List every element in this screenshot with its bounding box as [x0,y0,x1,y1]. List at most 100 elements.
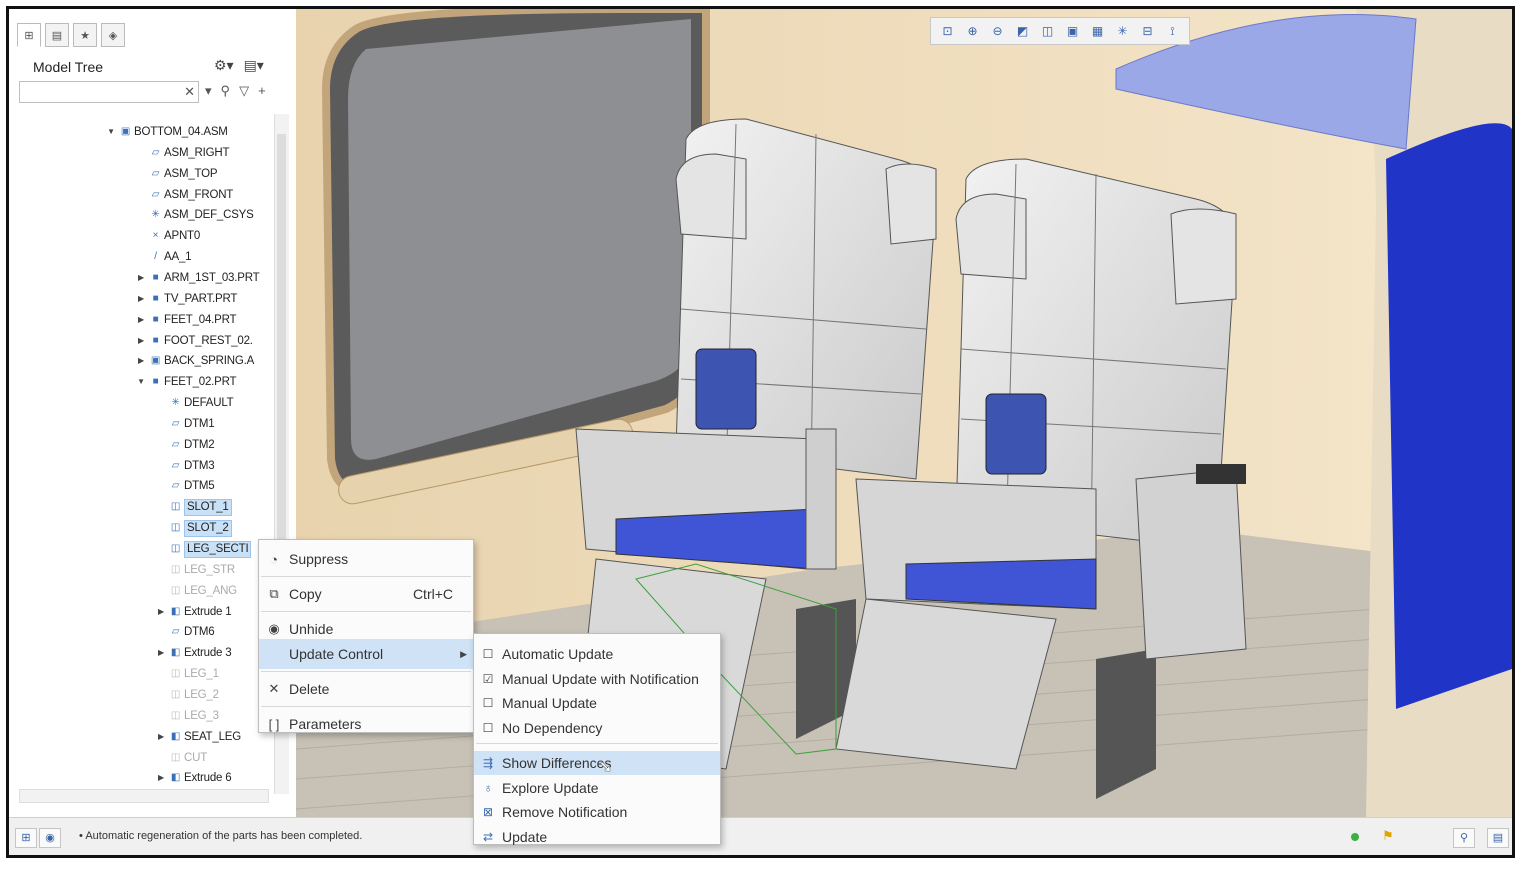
folder-browser-tab-icon[interactable]: ▤ [45,23,69,47]
menu-item-update-control[interactable]: Update Control ▶ [259,639,473,669]
feature-icon: ◫ [170,668,181,680]
find-icon[interactable]: ⚲ [1453,828,1475,848]
tree-item-label: ASM_FRONT [164,188,234,201]
tree-item[interactable]: ▱ DTM2 [155,435,215,455]
zoom-in-icon[interactable]: ⊕ [963,24,983,38]
submenu-option-no-dependency[interactable]: ☐ No Dependency [474,716,720,740]
feature-icon: ◫ [170,563,181,575]
update-control-submenu: ☐ Automatic Update ☑ Manual Update with Not… [473,633,721,845]
view-manager-icon[interactable]: ▦ [1088,24,1108,38]
search-dropdown-icon[interactable]: ▾ [205,83,212,99]
delete-icon: ✕ [268,681,280,696]
expand-icon[interactable]: ▶ [155,602,167,622]
refit-icon[interactable]: ⊡ [938,24,958,38]
add-icon[interactable]: + [258,83,266,99]
tree-item[interactable]: ▼ ■ FEET_02.PRT [135,372,236,392]
submenu-action-remove-notification[interactable]: ⊠ Remove Notification [474,800,720,824]
find-binoculars-icon[interactable]: ⚲ [221,83,231,99]
expand-icon[interactable]: ▶ [155,768,167,788]
tree-item[interactable]: ◫ SLOT_1 [155,497,232,517]
selection-filter-icon[interactable]: ▤ [1487,828,1509,848]
spin-center-icon[interactable]: ⟟ [1163,24,1183,39]
tree-columns-icon[interactable]: ▤▾ [244,57,264,74]
menu-item-delete[interactable]: ✕ Delete [259,674,473,704]
tree-item[interactable]: ✳ ASM_DEF_CSYS [135,205,253,225]
submenu-option-manual-update[interactable]: ☐ Manual Update [474,691,720,715]
tree-item[interactable]: ▶ ◧ Extrude 6 [155,768,232,788]
expand-icon[interactable]: ▶ [135,268,147,288]
menu-item-suppress[interactable]: ◔ Suppress [259,544,473,574]
expand-icon[interactable]: ▶ [135,351,147,371]
tree-item[interactable]: ▶ ■ FOOT_REST_02. [135,331,253,351]
expand-icon[interactable]: ▶ [135,331,147,351]
tree-item[interactable]: ◫ CUT [155,748,207,768]
filter-icon[interactable]: ▽ [239,83,249,99]
tree-item[interactable]: ▶ ■ TV_PART.PRT [135,289,237,309]
model-tree-tab-icon[interactable]: ⊞ [17,23,41,47]
model-tree-search-input[interactable]: ✕ [19,81,199,103]
zoom-out-icon[interactable]: ⊖ [988,24,1008,38]
view-toolbar: ⊡ ⊕ ⊖ ◩ ◫ ▣ ▦ ✳ ⊟ ⟟ [930,17,1190,45]
submenu-label: Manual Update [502,695,597,712]
collapse-icon[interactable]: ▼ [135,372,147,392]
saved-orientations-icon[interactable]: ▣ [1063,24,1083,38]
unchecked-checkbox-icon: ☐ [482,647,494,661]
tree-item[interactable]: ▱ DTM3 [155,456,215,476]
expand-icon[interactable]: ▶ [135,310,147,330]
tree-item[interactable]: ◫ LEG_ANG [155,581,237,601]
expand-icon[interactable]: ▶ [135,289,147,309]
expand-icon[interactable]: ▶ [155,643,167,663]
tree-item[interactable]: ▶ ◧ SEAT_LEG [155,727,241,747]
tree-item[interactable]: × APNT0 [135,226,201,246]
tree-item[interactable]: ▱ ASM_TOP [135,164,218,184]
tree-item[interactable]: ◫ LEG_SECTI [155,539,252,559]
tree-item[interactable]: ▶ ■ FEET_04.PRT [135,310,237,330]
eye-icon: ◉ [268,621,280,636]
tree-item[interactable]: ▱ DTM6 [155,622,215,642]
scroll-thumb[interactable] [277,134,286,574]
submenu-action-show-differences[interactable]: ⇶ Show Differences [474,751,720,775]
tree-item[interactable]: ▱ DTM1 [155,414,215,434]
favorites-tab-icon[interactable]: ★ [73,23,97,47]
submenu-action-explore-update[interactable]: ♁ Explore Update [474,776,720,800]
menu-item-copy[interactable]: ⧉ Copy Ctrl+C [259,579,473,609]
tree-item[interactable]: ◫ SLOT_2 [155,518,232,538]
tree-horizontal-scrollbar[interactable] [19,789,269,803]
collapse-icon[interactable]: ▼ [105,122,117,142]
tree-item-label: LEG_3 [184,709,219,722]
browser-toggle-icon[interactable]: ◉ [39,828,61,848]
submenu-option-automatic-update[interactable]: ☐ Automatic Update [474,642,720,666]
datum-display-icon[interactable]: ✳ [1113,24,1133,38]
tree-toggle-icon[interactable]: ⊞ [15,828,37,848]
tree-item[interactable]: ◫ LEG_STR [155,560,235,580]
menu-item-parameters[interactable]: [ ] Parameters [259,709,473,739]
feature-icon: ◫ [170,751,181,763]
tree-item[interactable]: ▶ ▣ BACK_SPRING.A [135,351,254,371]
tree-item[interactable]: ▱ ASM_RIGHT [135,143,230,163]
search-tools: ▾ ⚲ ▽ + [205,83,266,99]
tree-item-label: APNT0 [164,230,201,243]
tree-item[interactable]: ▶ ◧ Extrude 1 [155,602,232,622]
tree-item[interactable]: ▱ DTM5 [155,476,215,496]
repaint-icon[interactable]: ◩ [1013,24,1033,38]
tree-item[interactable]: ▼ ▣ BOTTOM_04.ASM [105,122,228,142]
layers-tab-icon[interactable]: ◈ [101,23,125,47]
tree-item[interactable]: / AA_1 [135,247,191,267]
tree-item[interactable]: ▶ ◧ Extrude 3 [155,643,232,663]
tree-item[interactable]: ◫ LEG_2 [155,685,219,705]
tree-item[interactable]: ▱ ASM_FRONT [135,185,234,205]
tree-item[interactable]: ✳ DEFAULT [155,393,233,413]
submenu-action-update[interactable]: ⇄ Update [474,825,720,849]
clear-search-icon[interactable]: ✕ [184,84,195,100]
tree-item[interactable]: ◫ LEG_1 [155,664,219,684]
feature-icon: ✳ [171,397,180,409]
tree-settings-icon[interactable]: ⚙▾ [214,57,234,74]
expand-icon[interactable]: ▶ [155,727,167,747]
submenu-option-manual-update-with-notification[interactable]: ☑ Manual Update with Notification [474,667,720,691]
unchecked-checkbox-icon: ☐ [482,696,494,711]
tree-item[interactable]: ▶ ■ ARM_1ST_03.PRT [135,268,260,288]
tree-item[interactable]: ◫ LEG_3 [155,706,219,726]
notification-flag-icon[interactable]: ⚑ [1382,828,1394,844]
annotation-display-icon[interactable]: ⊟ [1138,24,1158,38]
display-style-icon[interactable]: ◫ [1038,24,1058,38]
